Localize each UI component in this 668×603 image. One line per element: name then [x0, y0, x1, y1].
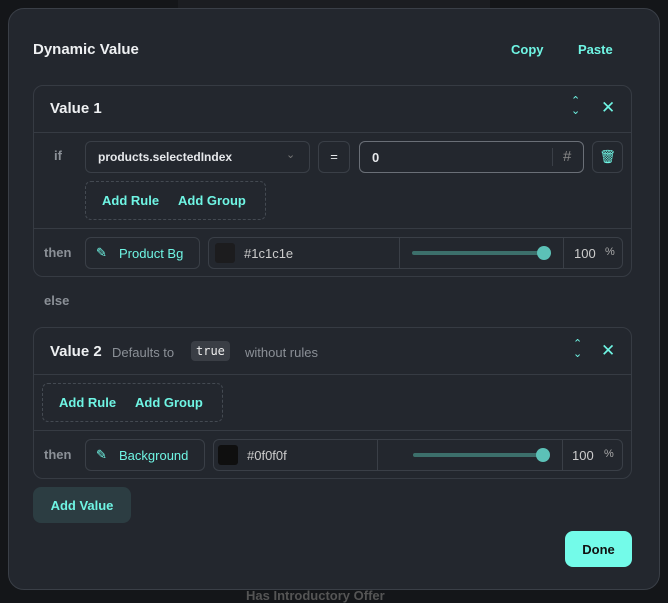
add-value-button[interactable]: Add Value — [33, 487, 131, 523]
opacity-slider[interactable] — [412, 251, 544, 255]
reorder-icon[interactable]: ⌃ ⌄ — [573, 339, 582, 360]
variable-button[interactable]: ✎ Background — [85, 439, 205, 471]
opacity-value[interactable]: 100 — [572, 448, 594, 463]
then-label: then — [44, 245, 72, 260]
color-input[interactable]: #0f0f0f 100 % — [213, 439, 623, 471]
variable-name: Product Bg — [119, 246, 184, 261]
add-group-button[interactable]: Add Group — [178, 193, 246, 208]
add-rule-button[interactable]: Add Rule — [59, 395, 116, 410]
then-label: then — [44, 447, 72, 462]
opacity-slider[interactable] — [413, 453, 544, 457]
background-label: Has Introductory Offer — [246, 588, 385, 603]
paint-brush-icon: ✎ — [96, 447, 107, 462]
condition-value-input[interactable]: 0 # — [359, 141, 584, 173]
percent-sign: % — [605, 246, 615, 258]
color-hex: #0f0f0f — [247, 448, 287, 463]
trash-icon: 🗑 — [599, 149, 616, 164]
done-button[interactable]: Done — [565, 531, 632, 567]
variable-name: Background — [119, 448, 189, 463]
opacity-value[interactable]: 100 — [574, 246, 596, 261]
if-label: if — [54, 148, 62, 163]
background-toolbar — [178, 0, 490, 8]
copy-button[interactable]: Copy — [511, 42, 544, 57]
color-hex: #1c1c1e — [244, 246, 294, 261]
paste-button[interactable]: Paste — [578, 42, 613, 57]
condition-field-select[interactable]: products.selectedIndex ⌄ — [85, 141, 310, 173]
color-input[interactable]: #1c1c1e 100 % — [208, 237, 623, 269]
defaults-suffix: without rules — [245, 345, 318, 360]
else-label: else — [44, 293, 70, 308]
close-icon[interactable]: ✕ — [601, 341, 615, 361]
color-swatch[interactable] — [218, 445, 238, 465]
operator-select[interactable]: = — [318, 141, 350, 173]
number-type-icon: # — [563, 148, 572, 165]
delete-rule-button[interactable]: 🗑 — [592, 141, 623, 173]
condition-value: 0 — [372, 150, 380, 165]
opacity-slider-thumb[interactable] — [537, 246, 551, 260]
reorder-icon[interactable]: ⌃ ⌄ — [571, 96, 580, 117]
percent-sign: % — [604, 448, 614, 460]
value-card-header: Value 2 Defaults to true without rules ⌃… — [34, 328, 631, 375]
chevron-down-icon: ⌄ — [286, 149, 296, 161]
add-group-button[interactable]: Add Group — [135, 395, 203, 410]
paint-brush-icon: ✎ — [96, 245, 107, 260]
close-icon[interactable]: ✕ — [601, 98, 615, 118]
value-card-1: Value 1 ⌃ ⌄ ✕ if products.selectedIndex ⌄… — [33, 85, 632, 277]
value-title: Value 2 — [50, 343, 102, 360]
value-card-2: Value 2 Defaults to true without rules ⌃… — [33, 327, 632, 479]
variable-button[interactable]: ✎ Product Bg — [85, 237, 200, 269]
dialog-title: Dynamic Value — [33, 41, 139, 58]
dynamic-value-dialog: Dynamic Value Copy Paste Value 1 ⌃ ⌄ ✕ if… — [8, 8, 660, 590]
add-rule-group-box: Add Rule Add Group — [42, 383, 223, 422]
value-card-header: Value 1 ⌃ ⌄ ✕ — [34, 86, 631, 133]
add-rule-button[interactable]: Add Rule — [102, 193, 159, 208]
value-title: Value 1 — [50, 100, 102, 117]
condition-field-value: products.selectedIndex — [98, 150, 233, 164]
defaults-value: true — [191, 341, 230, 361]
color-swatch[interactable] — [215, 243, 235, 263]
opacity-slider-thumb[interactable] — [536, 448, 550, 462]
add-rule-group-box: Add Rule Add Group — [85, 181, 266, 220]
defaults-prefix: Defaults to — [112, 345, 175, 360]
